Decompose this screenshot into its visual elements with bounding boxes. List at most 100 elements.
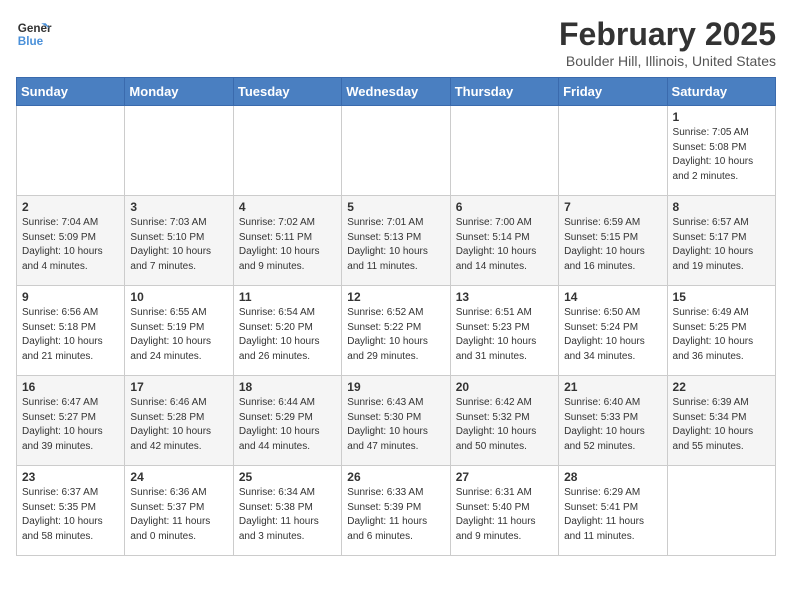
day-info: Sunrise: 6:31 AM Sunset: 5:40 PM Dayligh… — [456, 486, 553, 544]
table-cell: 8 Sunrise: 6:57 AM Sunset: 5:17 PM Daylig… — [667, 196, 775, 286]
week-row-4: 16Sunrise: 6:47 AM Sunset: 5:27 PM Dayli… — [17, 376, 776, 466]
day-number: 14 — [564, 290, 661, 304]
col-wednesday: Wednesday — [342, 78, 450, 106]
col-friday: Friday — [559, 78, 667, 106]
calendar-header-row: Sunday Monday Tuesday Wednesday Thursday… — [17, 78, 776, 106]
day-number: 4 — [239, 200, 336, 214]
day-number: 7 — [564, 200, 661, 214]
col-saturday: Saturday — [667, 78, 775, 106]
table-cell: 15Sunrise: 6:49 AM Sunset: 5:25 PM Dayli… — [667, 286, 775, 376]
table-cell: 13 Sunrise: 6:51 AM Sunset: 5:23 PM Dayli… — [450, 286, 558, 376]
table-cell: 27 Sunrise: 6:31 AM Sunset: 5:40 PM Dayli… — [450, 466, 558, 556]
logo-icon: General Blue — [16, 16, 52, 52]
day-number: 22 — [673, 380, 770, 394]
day-number: 12 — [347, 290, 444, 304]
table-cell: 21 Sunrise: 6:40 AM Sunset: 5:33 PM Dayli… — [559, 376, 667, 466]
table-cell: 3 Sunrise: 7:03 AM Sunset: 5:10 PM Daylig… — [125, 196, 233, 286]
table-cell: 7 Sunrise: 6:59 AM Sunset: 5:15 PM Daylig… — [559, 196, 667, 286]
col-sunday: Sunday — [17, 78, 125, 106]
day-info: Sunrise: 7:05 AM Sunset: 5:08 PM Dayligh… — [673, 126, 770, 184]
day-info: Sunrise: 6:34 AM Sunset: 5:38 PM Dayligh… — [239, 486, 336, 544]
day-number: 10 — [130, 290, 227, 304]
day-info: Sunrise: 6:50 AM Sunset: 5:24 PM Dayligh… — [564, 306, 661, 364]
day-number: 21 — [564, 380, 661, 394]
day-info: Sunrise: 6:39 AM Sunset: 5:34 PM Dayligh… — [673, 396, 770, 454]
day-info: Sunrise: 7:03 AM Sunset: 5:10 PM Dayligh… — [130, 216, 227, 274]
table-cell: 24 Sunrise: 6:36 AM Sunset: 5:37 PM Dayli… — [125, 466, 233, 556]
col-monday: Monday — [125, 78, 233, 106]
table-cell: 18 Sunrise: 6:44 AM Sunset: 5:29 PM Dayli… — [233, 376, 341, 466]
day-info: Sunrise: 6:54 AM Sunset: 5:20 PM Dayligh… — [239, 306, 336, 364]
day-number: 8 — [673, 200, 770, 214]
day-number: 13 — [456, 290, 553, 304]
day-info: Sunrise: 6:55 AM Sunset: 5:19 PM Dayligh… — [130, 306, 227, 364]
table-cell — [125, 106, 233, 196]
day-number: 24 — [130, 470, 227, 484]
day-info: Sunrise: 6:44 AM Sunset: 5:29 PM Dayligh… — [239, 396, 336, 454]
day-info: Sunrise: 6:51 AM Sunset: 5:23 PM Dayligh… — [456, 306, 553, 364]
day-number: 27 — [456, 470, 553, 484]
col-tuesday: Tuesday — [233, 78, 341, 106]
day-info: Sunrise: 6:43 AM Sunset: 5:30 PM Dayligh… — [347, 396, 444, 454]
col-thursday: Thursday — [450, 78, 558, 106]
table-cell: 22 Sunrise: 6:39 AM Sunset: 5:34 PM Dayli… — [667, 376, 775, 466]
day-number: 11 — [239, 290, 336, 304]
day-number: 28 — [564, 470, 661, 484]
day-info: Sunrise: 6:42 AM Sunset: 5:32 PM Dayligh… — [456, 396, 553, 454]
day-info: Sunrise: 7:04 AM Sunset: 5:09 PM Dayligh… — [22, 216, 119, 274]
table-cell — [233, 106, 341, 196]
logo: General Blue — [16, 16, 52, 52]
day-info: Sunrise: 6:56 AM Sunset: 5:18 PM Dayligh… — [22, 306, 119, 364]
table-cell: 1Sunrise: 7:05 AM Sunset: 5:08 PM Daylig… — [667, 106, 775, 196]
table-cell: 11 Sunrise: 6:54 AM Sunset: 5:20 PM Dayli… — [233, 286, 341, 376]
calendar-subtitle: Boulder Hill, Illinois, United States — [559, 53, 776, 69]
day-info: Sunrise: 6:40 AM Sunset: 5:33 PM Dayligh… — [564, 396, 661, 454]
day-info: Sunrise: 6:59 AM Sunset: 5:15 PM Dayligh… — [564, 216, 661, 274]
table-cell: 5 Sunrise: 7:01 AM Sunset: 5:13 PM Daylig… — [342, 196, 450, 286]
title-block: February 2025 Boulder Hill, Illinois, Un… — [559, 16, 776, 69]
day-number: 5 — [347, 200, 444, 214]
week-row-1: 1Sunrise: 7:05 AM Sunset: 5:08 PM Daylig… — [17, 106, 776, 196]
day-info: Sunrise: 6:37 AM Sunset: 5:35 PM Dayligh… — [22, 486, 119, 544]
day-info: Sunrise: 6:46 AM Sunset: 5:28 PM Dayligh… — [130, 396, 227, 454]
week-row-5: 23 Sunrise: 6:37 AM Sunset: 5:35 PM Dayli… — [17, 466, 776, 556]
day-info: Sunrise: 6:29 AM Sunset: 5:41 PM Dayligh… — [564, 486, 661, 544]
table-cell: 10 Sunrise: 6:55 AM Sunset: 5:19 PM Dayli… — [125, 286, 233, 376]
day-info: Sunrise: 6:33 AM Sunset: 5:39 PM Dayligh… — [347, 486, 444, 544]
table-cell: 6 Sunrise: 7:00 AM Sunset: 5:14 PM Daylig… — [450, 196, 558, 286]
table-cell: 12 Sunrise: 6:52 AM Sunset: 5:22 PM Dayli… — [342, 286, 450, 376]
svg-text:Blue: Blue — [18, 35, 44, 48]
day-number: 6 — [456, 200, 553, 214]
day-number: 23 — [22, 470, 119, 484]
day-info: Sunrise: 6:47 AM Sunset: 5:27 PM Dayligh… — [22, 396, 119, 454]
day-number: 3 — [130, 200, 227, 214]
day-info: Sunrise: 7:01 AM Sunset: 5:13 PM Dayligh… — [347, 216, 444, 274]
day-number: 17 — [130, 380, 227, 394]
day-info: Sunrise: 7:00 AM Sunset: 5:14 PM Dayligh… — [456, 216, 553, 274]
day-info: Sunrise: 6:36 AM Sunset: 5:37 PM Dayligh… — [130, 486, 227, 544]
table-cell: 26 Sunrise: 6:33 AM Sunset: 5:39 PM Dayli… — [342, 466, 450, 556]
day-number: 25 — [239, 470, 336, 484]
calendar-table: Sunday Monday Tuesday Wednesday Thursday… — [16, 77, 776, 556]
day-number: 18 — [239, 380, 336, 394]
day-number: 9 — [22, 290, 119, 304]
table-cell: 20Sunrise: 6:42 AM Sunset: 5:32 PM Dayli… — [450, 376, 558, 466]
day-info: Sunrise: 6:57 AM Sunset: 5:17 PM Dayligh… — [673, 216, 770, 274]
day-number: 19 — [347, 380, 444, 394]
table-cell: 25 Sunrise: 6:34 AM Sunset: 5:38 PM Dayli… — [233, 466, 341, 556]
week-row-2: 2Sunrise: 7:04 AM Sunset: 5:09 PM Daylig… — [17, 196, 776, 286]
table-cell: 23 Sunrise: 6:37 AM Sunset: 5:35 PM Dayli… — [17, 466, 125, 556]
table-cell: 28 Sunrise: 6:29 AM Sunset: 5:41 PM Dayli… — [559, 466, 667, 556]
day-info: Sunrise: 7:02 AM Sunset: 5:11 PM Dayligh… — [239, 216, 336, 274]
table-cell: 9 Sunrise: 6:56 AM Sunset: 5:18 PM Daylig… — [17, 286, 125, 376]
day-number: 26 — [347, 470, 444, 484]
svg-text:General: General — [18, 22, 52, 35]
table-cell — [342, 106, 450, 196]
table-cell: 17 Sunrise: 6:46 AM Sunset: 5:28 PM Dayli… — [125, 376, 233, 466]
table-cell: 2Sunrise: 7:04 AM Sunset: 5:09 PM Daylig… — [17, 196, 125, 286]
table-cell: 4 Sunrise: 7:02 AM Sunset: 5:11 PM Daylig… — [233, 196, 341, 286]
table-cell — [450, 106, 558, 196]
page-header: General Blue February 2025 Boulder Hill,… — [16, 16, 776, 69]
day-info: Sunrise: 6:52 AM Sunset: 5:22 PM Dayligh… — [347, 306, 444, 364]
day-info: Sunrise: 6:49 AM Sunset: 5:25 PM Dayligh… — [673, 306, 770, 364]
